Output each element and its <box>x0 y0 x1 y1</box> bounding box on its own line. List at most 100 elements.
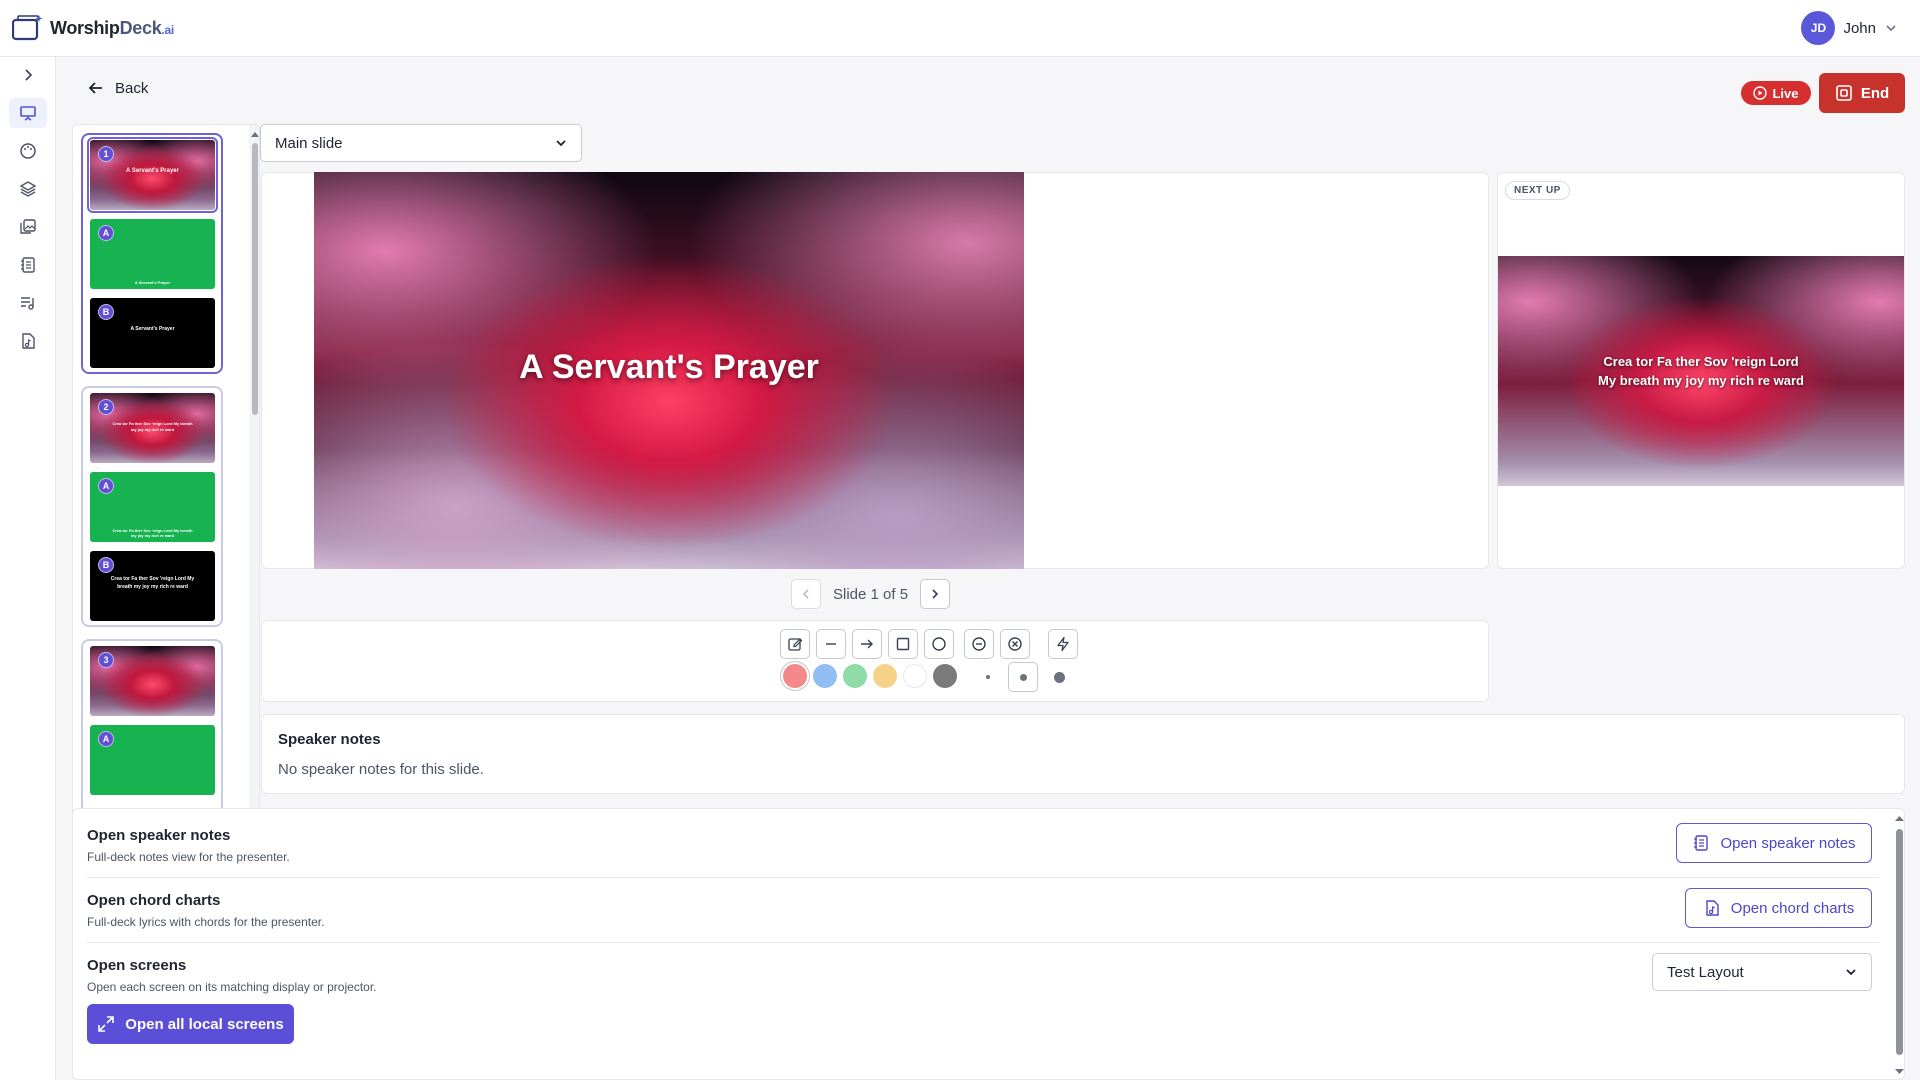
circle-icon <box>932 637 946 651</box>
clear-tool-button[interactable] <box>1000 629 1030 659</box>
size-dot <box>1019 673 1027 681</box>
list-music-icon <box>21 297 34 310</box>
color-swatch-green[interactable] <box>843 664 867 688</box>
circle-x-icon <box>1008 637 1022 651</box>
live-button[interactable]: Live <box>1741 81 1811 105</box>
color-swatch-white[interactable] <box>903 664 927 688</box>
end-button[interactable]: End <box>1819 73 1905 113</box>
current-slide[interactable]: A Servant's Prayer <box>314 172 1024 569</box>
slide-group-1[interactable]: 1 A Servant's Prayer A A Servant's Praye… <box>81 133 223 374</box>
scrollbar-thumb[interactable] <box>1896 829 1903 1055</box>
layers-icon <box>19 181 37 197</box>
app-logo[interactable]: WorshipDeck.ai <box>12 14 174 42</box>
circle-tool-button[interactable] <box>924 629 954 659</box>
logo-name-accent: Deck <box>119 17 162 38</box>
back-label: Back <box>115 79 149 97</box>
color-swatch-yellow[interactable] <box>873 664 897 688</box>
file-music-icon <box>22 333 35 349</box>
slide-badge: 3 <box>98 652 114 668</box>
slide-layer-select[interactable]: Main slide <box>260 124 582 162</box>
back-button[interactable]: Back <box>87 79 148 97</box>
slide-group-2[interactable]: 2 Crea tor Fa ther Sov 'reign Lord My br… <box>81 386 223 627</box>
next-slide-button[interactable] <box>920 579 951 609</box>
user-menu[interactable]: JD John <box>1801 11 1898 45</box>
slide-thumbnail[interactable]: 3 <box>90 646 215 716</box>
expand-sidebar-button[interactable] <box>9 60 47 90</box>
button-label: Open all local screens <box>125 1015 284 1033</box>
slide-pager: Slide 1 of 5 <box>791 579 951 609</box>
slide-badge: B <box>98 557 114 573</box>
open-chord-charts-row: Open chord charts Full-deck lyrics with … <box>87 892 1879 929</box>
sidebar-item-songs[interactable] <box>9 288 47 318</box>
chevron-left-icon <box>802 589 809 599</box>
screen-layout-select[interactable]: Test Layout <box>1652 953 1872 991</box>
thumbnail-scrollbar[interactable] <box>249 125 259 853</box>
chevron-down-icon <box>556 140 566 147</box>
previous-slide-button[interactable] <box>791 579 821 609</box>
slide-counter: Slide 1 of 5 <box>833 585 909 603</box>
open-chord-charts-button[interactable]: Open chord charts <box>1685 888 1872 928</box>
pen-square-icon <box>788 638 803 651</box>
slide-thumbnail[interactable]: B Crea tor Fa ther Sov 'reign Lord My br… <box>90 551 215 621</box>
slide-thumbnail[interactable]: 1 A Servant's Prayer <box>87 137 218 213</box>
next-slide-preview[interactable]: Crea tor Fa ther Sov 'reign Lord My brea… <box>1498 256 1904 486</box>
presenter-tools-scrollbar[interactable] <box>1893 809 1904 1079</box>
sidebar-item-notes[interactable] <box>9 250 47 280</box>
row-title: Open chord charts <box>87 892 221 909</box>
slide-thumbnail[interactable]: A <box>90 725 215 795</box>
erase-tool-button[interactable] <box>964 629 994 659</box>
arrow-left-icon <box>88 82 102 94</box>
next-slide-text: Crea tor Fa ther Sov 'reign Lord My brea… <box>1498 352 1904 390</box>
stop-icon <box>1836 85 1852 101</box>
slide-layer-select-value: Main slide <box>275 134 343 152</box>
stroke-size-large[interactable] <box>1044 662 1074 692</box>
logo-suffix: .ai <box>161 22 174 37</box>
open-speaker-notes-button[interactable]: Open speaker notes <box>1676 823 1872 863</box>
next-up-panel: NEXT UP Crea tor Fa ther Sov 'reign Lord… <box>1497 172 1905 569</box>
slide-badge: 2 <box>98 399 114 415</box>
slide-thumbnail[interactable]: 2 Crea tor Fa ther Sov 'reign Lord My br… <box>90 393 215 463</box>
sidebar-item-layers[interactable] <box>9 174 47 204</box>
chevron-right-icon <box>932 589 939 599</box>
slide-badge: A <box>98 478 114 494</box>
arrow-tool-button[interactable] <box>852 629 882 659</box>
open-all-local-screens-button[interactable]: Open all local screens <box>87 1004 294 1044</box>
scrollbar-thumb[interactable] <box>252 143 258 415</box>
logo-name: Worship <box>50 17 120 38</box>
color-swatch-blue[interactable] <box>813 664 837 688</box>
main-content: Back Live End 1 A Servant's Prayer A A S… <box>57 57 1920 1080</box>
minus-icon <box>826 643 836 645</box>
stroke-size-small[interactable] <box>973 662 1003 692</box>
zap-icon <box>1057 636 1069 652</box>
slide-thumbnail[interactable]: B A Servant's Prayer <box>90 298 215 368</box>
circle-minus-icon <box>972 637 986 651</box>
sidebar-item-present[interactable] <box>9 98 47 128</box>
row-title: Open screens <box>87 957 187 974</box>
line-tool-button[interactable] <box>816 629 846 659</box>
thumbnail-text: Crea tor Fa ther Sov 'reign Lord My brea… <box>110 576 195 590</box>
button-label: Open speaker notes <box>1720 834 1856 852</box>
sidebar-item-themes[interactable] <box>9 136 47 166</box>
stroke-size-medium[interactable] <box>1008 662 1038 692</box>
color-swatch-red[interactable] <box>783 664 807 688</box>
speaker-notes-title: Speaker notes <box>278 731 381 748</box>
speaker-notes-panel: Speaker notes No speaker notes for this … <box>261 714 1905 794</box>
laser-tool-button[interactable] <box>1048 629 1078 659</box>
pen-tool-button[interactable] <box>780 629 810 659</box>
color-swatch-gray[interactable] <box>933 664 957 688</box>
row-desc: Full-deck notes view for the presenter. <box>87 850 290 864</box>
slide-thumbnail[interactable]: A A Servant's Prayer <box>90 219 215 289</box>
left-rail <box>0 57 56 1080</box>
palette-icon <box>20 143 36 159</box>
rectangle-tool-button[interactable] <box>888 629 918 659</box>
avatar: JD <box>1801 11 1836 45</box>
slide-thumbnail[interactable]: A Crea tor Fa ther Sov 'reign Lord My br… <box>90 472 215 542</box>
top-bar: WorshipDeck.ai JD John <box>0 0 1920 57</box>
button-label: Open chord charts <box>1730 899 1855 917</box>
arrow-right-icon <box>861 639 873 649</box>
divider <box>87 942 1879 943</box>
sidebar-item-chords[interactable] <box>9 326 47 356</box>
notebook-icon <box>1694 835 1709 851</box>
open-speaker-notes-row: Open speaker notes Full-deck notes view … <box>87 827 1879 864</box>
sidebar-item-media[interactable] <box>9 212 47 242</box>
